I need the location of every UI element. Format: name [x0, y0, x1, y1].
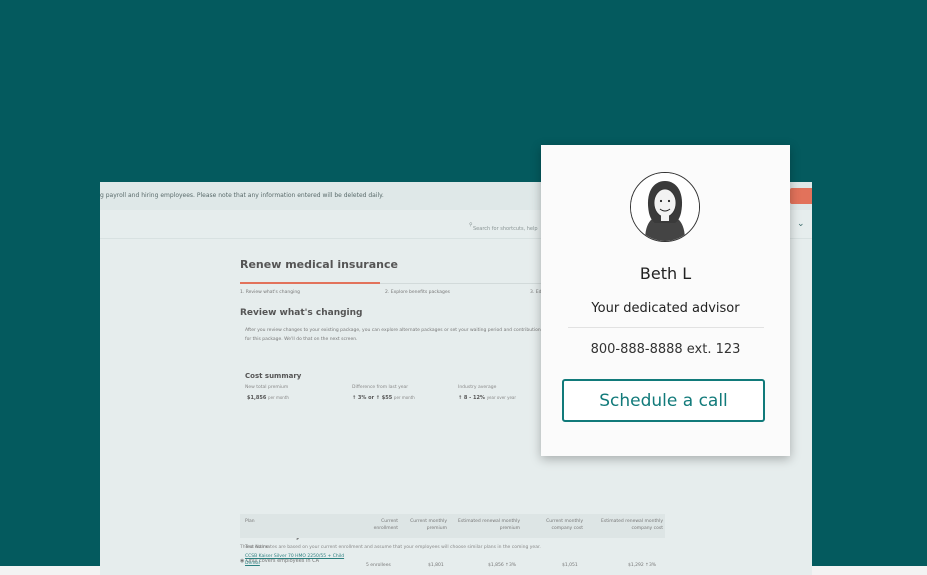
cost-label-1: New total premium	[245, 385, 289, 390]
step-2[interactable]: 2. Explore benefits packages	[385, 290, 450, 295]
advisor-portrait-icon	[631, 173, 699, 241]
schedule-call-button[interactable]: Schedule a call	[562, 379, 765, 422]
cost-value-1: $1,856 per month	[247, 395, 289, 401]
advisor-name: Beth L	[639, 264, 692, 283]
row-name: Test Name	[245, 545, 269, 550]
search-placeholder-text: Search for shortcuts, help	[473, 226, 538, 232]
cost-label-2: Difference from last year	[352, 385, 409, 390]
advisor-card: Beth L Your dedicated advisor 800-888-88…	[541, 145, 790, 456]
plans-table-header: Plan Current enrollment Current monthly …	[240, 514, 665, 538]
advisor-phone: 800-888-8888 ext. 123	[590, 342, 741, 357]
cost-value-2-text: ↑ 3% or ↑ $55	[352, 395, 393, 401]
search-placeholder: ⚲ Search for shortcuts, help	[469, 222, 538, 232]
row-company-cost: $1,051	[562, 563, 578, 568]
col-premium: Current monthly premium	[410, 519, 447, 531]
cost-value-2: ↑ 3% or ↑ $55 per month	[352, 395, 415, 401]
advisor-role: Your dedicated advisor	[591, 301, 740, 316]
col-company-cost: Current monthly company cost	[546, 519, 583, 531]
divider	[568, 327, 764, 328]
cost-summary-title: Cost summary	[245, 372, 302, 380]
col-plan: Plan	[245, 519, 255, 524]
plan-link[interactable]: CCSB Kaiser Silver 70 HMO 2250/55 + Chil…	[245, 553, 355, 567]
section-title: Review what's changing	[240, 308, 363, 318]
banner-text: g payroll and hiring employees. Please n…	[100, 192, 384, 199]
col-enrollment: Current enrollment	[373, 519, 398, 531]
section-text: After you review changes to your existin…	[245, 328, 560, 342]
progress-bar	[240, 282, 380, 284]
page-title: Renew medical insurance	[240, 258, 398, 271]
cost-value-1-text: $1,856	[247, 395, 267, 401]
row-renewal-premium: $1,856 ↑3%	[488, 563, 517, 568]
avatar	[630, 172, 700, 242]
cost-unit-2: per month	[393, 395, 415, 400]
col-renewal-premium: Estimated renewal monthly premium	[458, 519, 520, 531]
cost-unit-1: per month	[268, 395, 289, 400]
cost-value-3: ↑ 8 - 12% year over year	[458, 395, 516, 401]
table-row: Test Name CCSB Kaiser Silver 70 HMO 2250…	[240, 545, 665, 568]
chevron-down-icon[interactable]: ⌄	[797, 219, 805, 229]
cost-unit-3: year over year	[486, 395, 516, 400]
row-enrollment: 5 enrollees	[366, 563, 391, 568]
banner-button[interactable]	[790, 188, 812, 204]
row-premium: $1,801	[428, 563, 444, 568]
step-1[interactable]: 1. Review what's changing	[240, 290, 300, 295]
cost-label-3: Industry average	[458, 385, 497, 390]
cost-value-3-text: ↑ 8 - 12%	[458, 395, 485, 401]
row-renewal-company-cost: $1,292 ↑3%	[628, 563, 657, 568]
col-renewal-company-cost: Estimated renewal monthly company cost	[601, 519, 663, 531]
